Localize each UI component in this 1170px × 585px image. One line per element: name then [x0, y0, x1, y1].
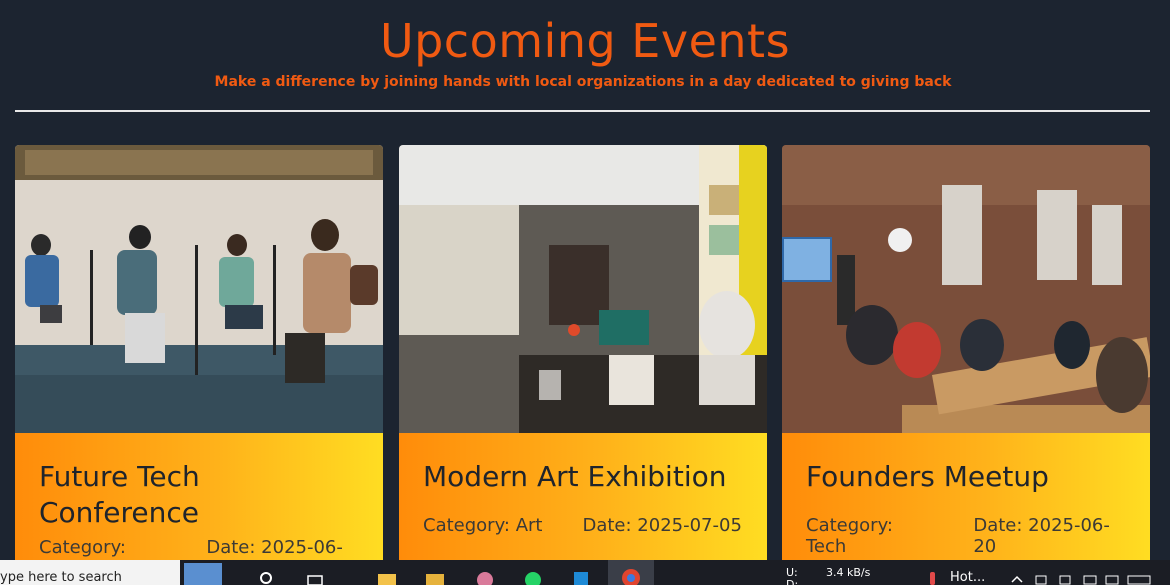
whatsapp-icon[interactable]	[522, 568, 544, 585]
event-meta: Category: Art Date: 2025-07-05	[423, 515, 743, 536]
file-explorer-icon[interactable]	[376, 568, 398, 585]
vscode-icon[interactable]	[570, 568, 592, 585]
event-title[interactable]: Modern Art Exhibition	[423, 459, 743, 495]
page-subtitle: Make a difference by joining hands with …	[214, 74, 952, 90]
search-icon[interactable]	[258, 568, 276, 585]
event-image-vr[interactable]	[15, 145, 383, 433]
page-title: Upcoming Events	[379, 14, 791, 68]
event-date: Date: 2025-07-05	[582, 515, 742, 536]
event-title[interactable]: Future Tech Conference	[39, 459, 359, 531]
event-image-art-studio[interactable]	[399, 145, 767, 433]
event-card[interactable]: Future Tech Conference Category: Tech Da…	[15, 145, 383, 585]
paint-app-icon[interactable]	[474, 568, 496, 585]
taskbar-search-input[interactable]: ype here to search	[0, 560, 180, 585]
chrome-icon[interactable]	[608, 560, 654, 585]
event-card[interactable]: Modern Art Exhibition Category: Art Date…	[399, 145, 767, 585]
taskbar-search-placeholder: ype here to search	[0, 570, 122, 585]
weather-icon[interactable]	[922, 568, 944, 585]
event-category: Category: Tech	[806, 515, 893, 557]
taskbar-thumbnail-icon[interactable]	[184, 563, 222, 585]
system-tray-icons[interactable]	[1008, 568, 1158, 585]
event-title[interactable]: Founders Meetup	[806, 459, 1126, 495]
event-card[interactable]: Founders Meetup Category: Tech Date: 202…	[782, 145, 1150, 585]
event-category: Category: Art	[423, 515, 543, 536]
event-date: Date: 2025-06-20	[973, 515, 1110, 557]
network-down-label: D:	[786, 578, 799, 585]
folder-icon[interactable]	[424, 568, 446, 585]
event-meta: Category: Tech Date: 2025-06-20	[806, 515, 1126, 557]
header-divider	[15, 110, 1150, 112]
weather-text[interactable]: Hot...	[950, 570, 985, 585]
task-view-icon[interactable]	[306, 568, 328, 585]
network-speed-readout: 3.4 kB/s	[826, 566, 871, 579]
event-image-meetup[interactable]	[782, 145, 1150, 433]
windows-taskbar: ype here to search U: 3.4 kB/s D: Hot...	[0, 560, 1170, 585]
